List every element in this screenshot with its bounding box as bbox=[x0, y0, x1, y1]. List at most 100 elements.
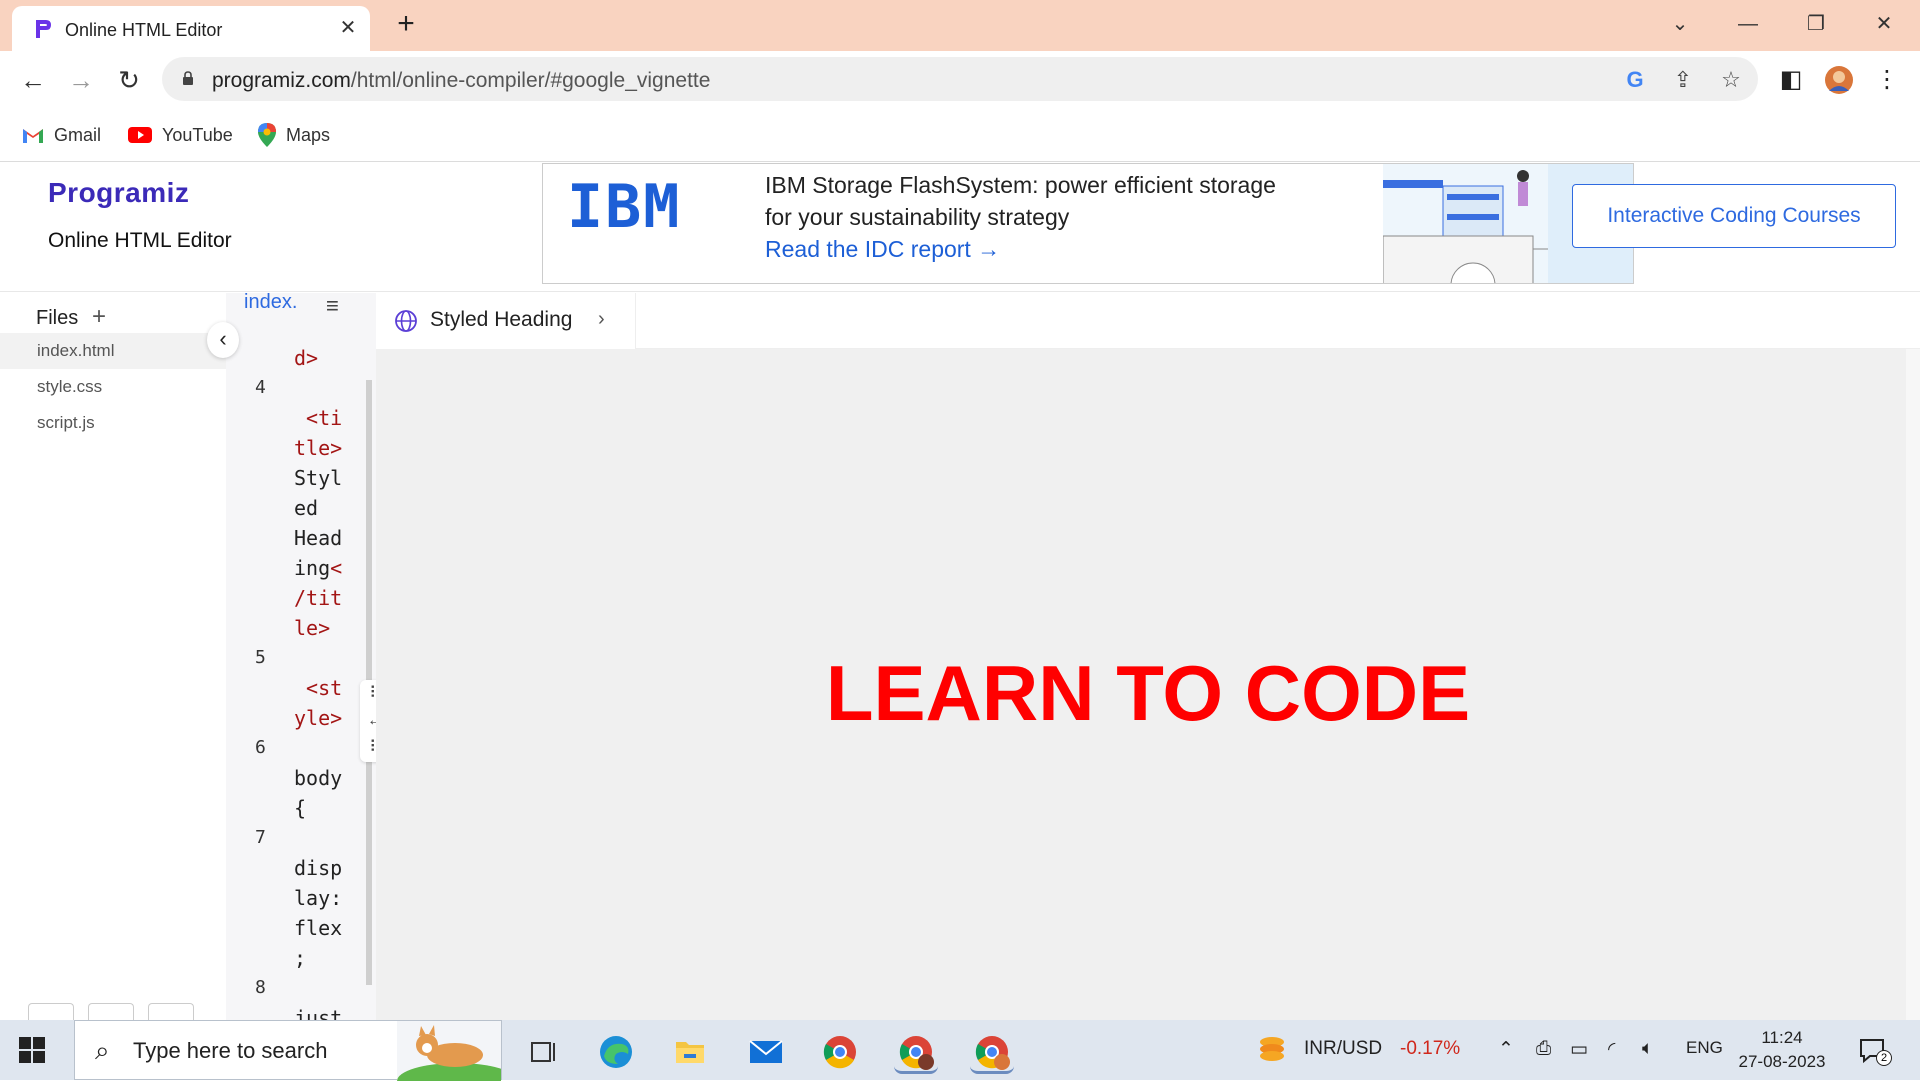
ad-headline-line2: for your sustainability strategy bbox=[765, 204, 1070, 230]
browser-tab[interactable]: Online HTML Editor ✕ bbox=[12, 6, 370, 51]
volume-icon[interactable]: 🔈︎ bbox=[1642, 1038, 1653, 1060]
search-placeholder: Type here to search bbox=[133, 1038, 328, 1063]
bookmarks-bar: Gmail YouTube Maps bbox=[0, 107, 1920, 162]
code-line: flex bbox=[294, 916, 343, 940]
profile-avatar[interactable] bbox=[1822, 63, 1856, 97]
ad-cta-link[interactable]: Read the IDC report → bbox=[765, 236, 1000, 263]
bookmark-maps[interactable]: Maps bbox=[258, 123, 330, 147]
search-icon: ⌕ bbox=[95, 1035, 110, 1065]
url-text: programiz.com/html/online-compiler/#goog… bbox=[212, 69, 711, 92]
youtube-icon bbox=[128, 127, 152, 143]
chrome-profile-icon[interactable] bbox=[894, 1030, 938, 1074]
line-number: 7 bbox=[255, 827, 266, 848]
code-line: { bbox=[294, 796, 307, 820]
code-line: <ti bbox=[294, 406, 343, 430]
ticker-label[interactable]: INR/USD bbox=[1304, 1038, 1382, 1060]
clock-time: 11:24 bbox=[1761, 1028, 1803, 1047]
file-item-style-css[interactable]: style.css bbox=[0, 369, 226, 405]
edge-browser-icon[interactable] bbox=[594, 1030, 638, 1074]
chevron-right-icon[interactable]: › bbox=[598, 308, 605, 331]
close-window-button[interactable]: ✕ bbox=[1864, 8, 1904, 40]
show-hidden-icons-icon[interactable]: ⌃ bbox=[1498, 1038, 1514, 1061]
code-line: yle> bbox=[294, 706, 343, 730]
bookmark-label: Gmail bbox=[54, 124, 102, 145]
meet-now-icon[interactable]: ⎙ bbox=[1536, 1038, 1551, 1060]
line-number: 6 bbox=[255, 737, 266, 758]
maps-icon bbox=[258, 123, 276, 147]
system-clock[interactable]: 11:24 27-08-2023 bbox=[1737, 1026, 1827, 1074]
file-item-script-js[interactable]: script.js bbox=[0, 405, 226, 441]
line-number: 4 bbox=[255, 377, 266, 398]
code-line: just bbox=[294, 1006, 343, 1020]
lock-icon bbox=[183, 71, 193, 85]
address-bar[interactable]: programiz.com/html/online-compiler/#goog… bbox=[162, 57, 1758, 101]
editor-menu-icon[interactable]: ≡ bbox=[326, 293, 339, 319]
chrome-active-window-icon[interactable] bbox=[970, 1030, 1014, 1074]
code-line: ed bbox=[294, 496, 319, 520]
bookmark-label: YouTube bbox=[162, 124, 233, 145]
more-menu-icon[interactable]: ⋮ bbox=[1870, 63, 1904, 97]
currency-coins-icon bbox=[1260, 1037, 1284, 1061]
code-line: ; bbox=[294, 946, 307, 970]
arrow-right-icon: → bbox=[977, 236, 1001, 262]
close-tab-icon[interactable]: ✕ bbox=[334, 14, 362, 42]
notification-count-badge: 2 bbox=[1876, 1050, 1892, 1066]
code-line: d> bbox=[294, 346, 319, 370]
bookmark-label: Maps bbox=[286, 124, 331, 145]
files-heading: Files bbox=[36, 307, 79, 329]
side-panel-icon[interactable]: ◧ bbox=[1774, 63, 1808, 97]
wifi-icon[interactable]: ◜ bbox=[1608, 1038, 1615, 1061]
code-line: lay: bbox=[294, 886, 343, 910]
code-line: Styl bbox=[294, 466, 343, 490]
code-line: le> bbox=[294, 616, 331, 640]
editor-tab-index[interactable]: index. bbox=[244, 293, 297, 314]
output-panel: Styled Heading › LEARN TO CODE bbox=[376, 293, 1920, 1020]
bookmark-star-icon[interactable]: ☆ bbox=[1718, 67, 1744, 93]
notification-center-icon[interactable]: 2 bbox=[1856, 1034, 1892, 1068]
ibm-advertisement[interactable]: IBM IBM Storage FlashSystem: power effic… bbox=[542, 163, 1634, 284]
code-line: Head bbox=[294, 526, 343, 550]
windows-start-icon[interactable] bbox=[18, 1036, 46, 1064]
ad-headline-line1: IBM Storage FlashSystem: power efficient… bbox=[765, 172, 1276, 198]
google-lens-icon[interactable]: G bbox=[1622, 67, 1648, 93]
code-editor[interactable]: index. ≡ d> 4 <ti tle> Styl ed Head ing< /tit le… bbox=[226, 293, 376, 1020]
tab-search-icon[interactable]: ⌄ bbox=[1660, 8, 1700, 40]
file-item-index-html[interactable]: index.html bbox=[0, 333, 226, 369]
task-view-icon[interactable] bbox=[522, 1030, 566, 1074]
add-file-button[interactable]: + bbox=[92, 303, 106, 331]
tab-title: Online HTML Editor bbox=[65, 20, 223, 40]
gmail-icon bbox=[23, 129, 43, 143]
share-icon[interactable]: ⇪ bbox=[1670, 67, 1696, 93]
taskbar-search-box[interactable]: ⌕ Type here to search bbox=[74, 1020, 502, 1081]
battery-icon[interactable]: ▭ bbox=[1570, 1038, 1588, 1061]
browser-tab-strip: Online HTML Editor ✕ + ⌄ — ❐ ✕ bbox=[0, 0, 1920, 51]
file-explorer-icon[interactable] bbox=[668, 1030, 712, 1074]
language-indicator[interactable]: ENG bbox=[1686, 1038, 1723, 1058]
code-line: disp bbox=[294, 856, 343, 880]
output-tab-label: Styled Heading bbox=[430, 308, 573, 331]
search-highlight-dog-illustration bbox=[397, 1021, 501, 1081]
chrome-icon[interactable] bbox=[818, 1030, 862, 1074]
output-tab[interactable]: Styled Heading › bbox=[376, 293, 636, 349]
minimize-button[interactable]: — bbox=[1728, 8, 1768, 40]
bookmark-gmail[interactable]: Gmail bbox=[22, 123, 101, 147]
mail-icon[interactable] bbox=[744, 1030, 788, 1074]
code-line: body bbox=[294, 766, 343, 790]
interactive-courses-button[interactable]: Interactive Coding Courses bbox=[1572, 184, 1896, 248]
new-tab-button[interactable]: + bbox=[390, 9, 422, 41]
output-tab-bar: Styled Heading › bbox=[376, 293, 1920, 349]
file-sidebar: Files + index.html style.css script.js bbox=[0, 293, 226, 1020]
forward-button[interactable]: → bbox=[64, 63, 98, 97]
restore-button[interactable]: ❐ bbox=[1796, 8, 1836, 40]
page-title: Online HTML Editor bbox=[48, 229, 232, 252]
programiz-logo[interactable]: Programiz bbox=[48, 177, 189, 209]
code-line: ing< bbox=[294, 556, 343, 580]
bookmark-youtube[interactable]: YouTube bbox=[128, 123, 233, 147]
collapse-sidebar-button[interactable]: ‹ bbox=[207, 322, 239, 358]
output-scrollbar[interactable] bbox=[1906, 349, 1920, 1020]
ad-brand-logo: IBM bbox=[567, 172, 682, 242]
back-button[interactable]: ← bbox=[16, 63, 50, 97]
code-line: <st bbox=[294, 676, 343, 700]
programiz-favicon-icon bbox=[36, 20, 51, 38]
reload-button[interactable]: ↻ bbox=[112, 63, 146, 97]
